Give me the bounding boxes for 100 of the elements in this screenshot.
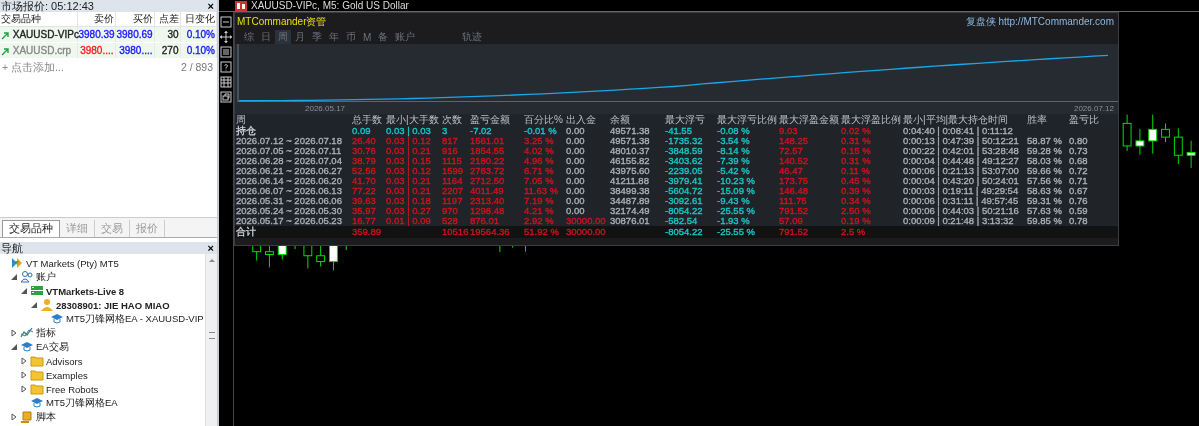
tab[interactable]: 备: [375, 30, 392, 44]
table-cell: 7.19 %: [523, 196, 565, 206]
table-cell: 146.48: [778, 186, 840, 196]
tab[interactable]: 季: [309, 30, 325, 44]
table-cell: 39.63: [351, 196, 385, 206]
scroll-icon: [20, 410, 34, 424]
panel-title: 导航: [1, 240, 23, 256]
tree-item[interactable]: VT Markets (Pty) MT5: [26, 257, 119, 269]
table-cell: 876.01: [469, 216, 523, 226]
tab[interactable]: 月: [292, 30, 308, 44]
table-cell: 0:00:06 | 0:31:11 | 49:57:45: [902, 196, 1026, 206]
expanded-arrow-icon[interactable]: [20, 287, 28, 295]
tree-item[interactable]: 指标: [36, 326, 56, 340]
table-cell: -582.54: [664, 216, 716, 226]
collapsed-arrow-icon[interactable]: [20, 371, 28, 379]
tab[interactable]: 交易品种: [2, 220, 60, 237]
table-cell: -41.55: [664, 126, 716, 136]
table-cell: 0:00:04 | 0:43:20 | 50:24:01: [902, 176, 1026, 186]
tree-item[interactable]: 28308901: JIE HAO MIAO: [56, 299, 170, 311]
table-cell-text: -25.55 %: [716, 226, 757, 238]
table-cell: 528: [441, 216, 469, 226]
close-button[interactable]: ×: [207, 0, 214, 12]
table-cell: 2026.07.05 ~ 2026.07.11: [235, 146, 351, 156]
table-cell: 0.03 | 0.15: [385, 156, 441, 166]
column-header[interactable]: 买价: [115, 12, 154, 27]
table-cell: 111.75: [778, 196, 840, 206]
column-header[interactable]: 点差: [154, 12, 180, 27]
table-cell: 0.00: [565, 186, 609, 196]
expanded-arrow-icon[interactable]: [10, 343, 18, 351]
table-cell-text: 791.52: [778, 226, 810, 238]
scrollbar[interactable]: [205, 254, 217, 426]
tree-item[interactable]: MT5刀锋网格EA: [46, 396, 118, 410]
table-cell: -3092.61: [664, 196, 716, 206]
table-cell: 43975.60: [609, 166, 664, 176]
expanded-arrow-icon[interactable]: [30, 301, 38, 309]
column-header: 最小|大手数: [385, 114, 441, 126]
website-link[interactable]: http://MTCommander.com: [998, 15, 1114, 27]
column-header: 出入金: [565, 114, 609, 126]
table-cell: 1854.55: [469, 146, 523, 156]
table-cell: 0.71: [1068, 176, 1118, 186]
table-cell: -8.14 %: [716, 146, 778, 156]
tab[interactable]: 轨迹: [459, 30, 486, 44]
table-cell: -15.09 %: [716, 186, 778, 196]
minimize-icon[interactable]: [220, 16, 232, 28]
table-cell: 0:00:06 | 0:44:03 | 50:21:16: [902, 206, 1026, 216]
column-header[interactable]: 卖价: [77, 12, 115, 27]
tree-item[interactable]: Examples: [46, 369, 88, 381]
expanded-arrow-icon[interactable]: [10, 273, 18, 281]
table-cell: 0.39 %: [840, 186, 902, 196]
graduation-cap-icon: [50, 312, 64, 326]
table-cell: 0.80: [1068, 136, 1118, 146]
tree-item[interactable]: VTMarkets-Live 8: [46, 285, 125, 297]
tab[interactable]: 综: [241, 30, 257, 44]
add-symbol-link[interactable]: + 点击添加...: [2, 61, 64, 75]
table-cell: 10516: [441, 226, 469, 238]
tree-item[interactable]: 脚本: [36, 410, 56, 424]
tab[interactable]: 年: [326, 30, 342, 44]
table-cell: 0.00: [565, 126, 609, 136]
table-cell: 58.63 %: [1026, 186, 1068, 196]
table-cell: 0.03 | 0.12: [385, 166, 441, 176]
table-cell: -25.55 %: [716, 206, 778, 216]
tree-item[interactable]: MT5刀锋网格EA - XAUUSD-VIP: [66, 312, 204, 326]
tree-item[interactable]: EA交易: [36, 340, 69, 354]
table-cell: 148.25: [778, 136, 840, 146]
table-cell-text: -8054.22: [664, 226, 704, 238]
tab[interactable]: 日: [258, 30, 274, 44]
folder-icon: [30, 368, 44, 382]
collapsed-arrow-icon[interactable]: [20, 385, 28, 393]
collapsed-arrow-icon[interactable]: [10, 329, 18, 337]
table-cell: 140.52: [778, 156, 840, 166]
table-cell: 58.87 %: [1026, 136, 1068, 146]
column-header: 胜率: [1026, 114, 1068, 126]
column-header[interactable]: 交易品种: [0, 12, 77, 27]
tab[interactable]: M: [360, 30, 375, 44]
tab[interactable]: 币: [343, 30, 359, 44]
collapsed-arrow-icon[interactable]: [20, 357, 28, 365]
close-button[interactable]: ×: [207, 242, 214, 254]
column-header: 盈亏金额: [469, 114, 523, 126]
table-cell: 3.25 %: [523, 136, 565, 146]
tab[interactable]: 账户: [392, 30, 419, 44]
table-cell: 0.72: [1068, 166, 1118, 176]
broker-icon: [10, 256, 24, 270]
table-cell: -3848.59: [664, 146, 716, 156]
table-cell: 46155.82: [609, 156, 664, 166]
table-cell: 7.05 %: [523, 176, 565, 186]
column-header[interactable]: 日变化: [180, 12, 217, 27]
column-header: 总手数: [351, 114, 385, 126]
column-header: 次数: [441, 114, 469, 126]
grid-icon[interactable]: [220, 76, 232, 88]
table-cell: 0.03 | 0.12: [385, 136, 441, 146]
brand-label: 复盘侠: [965, 15, 996, 27]
tree-item[interactable]: 账户: [36, 270, 56, 284]
move-icon[interactable]: [220, 31, 232, 43]
tree-item[interactable]: Advisors: [46, 355, 83, 367]
collapsed-arrow-icon[interactable]: [10, 413, 18, 421]
list-icon[interactable]: [220, 46, 232, 58]
tree-item[interactable]: Free Robots: [46, 383, 99, 395]
chart-window-icon[interactable]: [235, 0, 247, 11]
table-cell-text: 30000.00: [565, 226, 607, 238]
help-icon[interactable]: [220, 61, 232, 73]
